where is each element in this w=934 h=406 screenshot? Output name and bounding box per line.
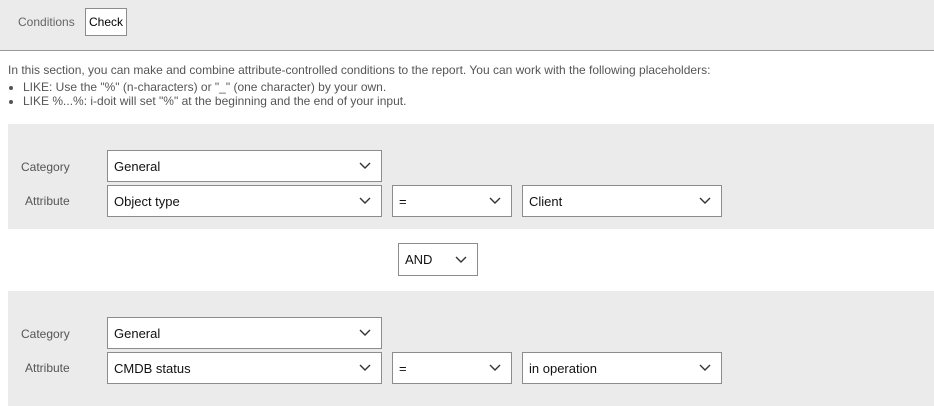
chevron-down-icon [359,364,371,371]
chevron-down-icon [359,329,371,336]
category-select[interactable]: General [107,317,382,349]
check-button[interactable]: Check [85,8,127,36]
attribute-label: Attribute [25,361,70,375]
attribute-select-value: CMDB status [114,360,191,376]
attribute-select[interactable]: CMDB status [107,352,382,384]
value-select-value: Client [529,193,563,209]
connector-select[interactable]: AND [398,243,478,276]
placeholder-list: LIKE: Use the "%" (n-characters) or "_" … [8,80,406,108]
operator-select[interactable]: = [392,352,512,384]
condition-block-1: Category General Attribute Object type =… [8,124,934,229]
tab-conditions[interactable]: Conditions [18,15,75,29]
operator-select-value: = [399,193,407,209]
intro-text: In this section, you can make and combin… [8,63,711,77]
placeholder-list-item: LIKE %...%: i-doit will set "%" at the b… [23,94,406,108]
attribute-select-value: Object type [114,193,180,209]
chevron-down-icon [455,256,467,263]
placeholder-list-item: LIKE: Use the "%" (n-characters) or "_" … [23,80,406,94]
attribute-label: Attribute [25,194,70,208]
category-label: Category [21,160,70,174]
value-select[interactable]: in operation [522,352,722,384]
chevron-down-icon [359,162,371,169]
connector-select-value: AND [405,252,433,267]
category-select[interactable]: General [107,150,382,182]
category-select-value: General [114,158,161,174]
chevron-down-icon [489,364,501,371]
chevron-down-icon [359,197,371,204]
attribute-select[interactable]: Object type [107,185,382,217]
chevron-down-icon [489,197,501,204]
value-select[interactable]: Client [522,185,722,217]
category-label: Category [21,327,70,341]
condition-block-2: Category General Attribute CMDB status =… [8,291,934,406]
operator-select-value: = [399,360,407,376]
chevron-down-icon [699,197,711,204]
value-select-value: in operation [529,360,597,376]
conditions-tab-bar: Conditions Check [0,0,934,51]
operator-select[interactable]: = [392,185,512,217]
category-select-value: General [114,325,161,341]
chevron-down-icon [699,364,711,371]
